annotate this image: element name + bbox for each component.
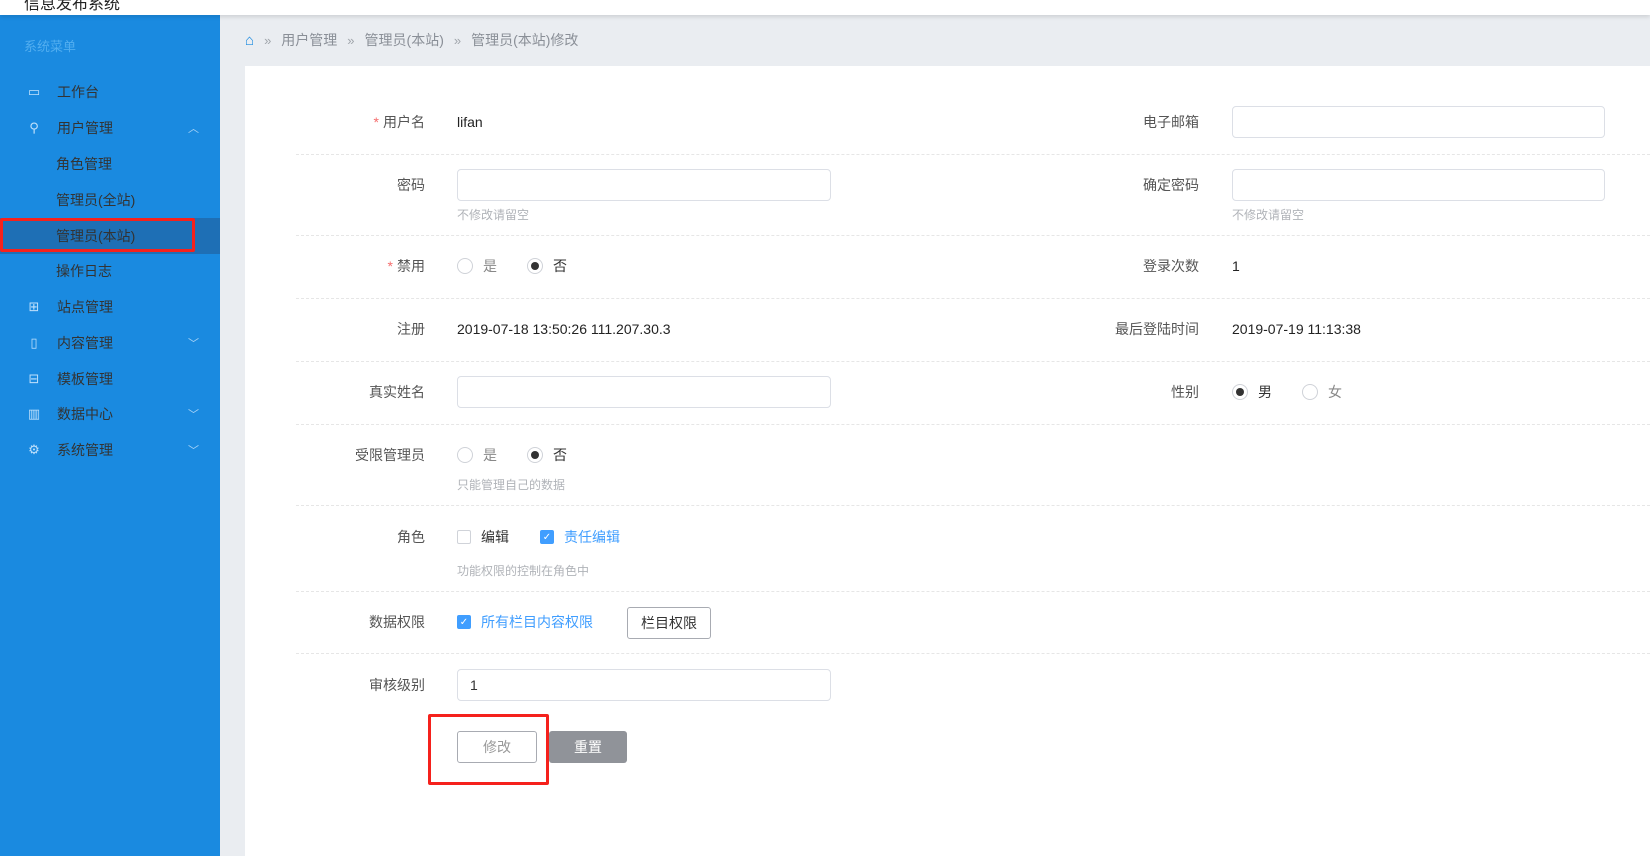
disabled-radio-yes[interactable]: 是 <box>457 256 497 276</box>
radio-circle-selected <box>527 447 543 463</box>
breadcrumb-item[interactable]: 用户管理 <box>281 30 337 50</box>
role-hint: 功能权限的控制在角色中 <box>457 564 590 578</box>
home-icon[interactable]: ⌂ <box>245 32 254 49</box>
template-icon: ⊟ <box>28 371 40 386</box>
confirm-password-input[interactable] <box>1232 169 1605 201</box>
password-hint: 不修改请留空 <box>457 208 530 222</box>
sidebar-item-admin-all[interactable]: 管理员(全站) <box>0 182 220 218</box>
sidebar-item-label: 管理员(全站) <box>56 192 136 208</box>
reset-button[interactable]: 重置 <box>549 731 627 763</box>
all-columns-checkbox[interactable]: ✓ 所有栏目内容权限 <box>457 612 593 632</box>
top-header: 信息发布系统 <box>0 0 1650 15</box>
confirm-password-hint: 不修改请留空 <box>1232 208 1305 222</box>
grid-icon: ⊞ <box>28 299 40 314</box>
check-icon: ✓ <box>457 615 471 629</box>
sidebar-item-label: 模板管理 <box>57 371 113 387</box>
limited-admin-hint: 只能管理自己的数据 <box>457 478 566 492</box>
radio-circle-selected <box>1232 384 1248 400</box>
column-permission-button[interactable]: 栏目权限 <box>627 607 711 639</box>
gear-icon: ⚙ <box>28 442 40 457</box>
double-chevron-icon: » <box>347 32 355 48</box>
chevron-down-icon: ﹀ <box>188 338 199 350</box>
breadcrumb-item[interactable]: 管理员(本站) <box>365 30 444 50</box>
radio-circle <box>457 447 473 463</box>
gender-label: 性别 <box>1171 384 1199 400</box>
divider <box>296 591 1650 592</box>
breadcrumb-current: 管理员(本站)修改 <box>471 32 579 48</box>
divider <box>296 154 1650 155</box>
review-level-input[interactable]: 1 <box>457 669 831 701</box>
highlight-box-sidebar <box>0 218 195 252</box>
password-label: 密码 <box>397 177 425 193</box>
sidebar-item-label: 用户管理 <box>57 120 113 136</box>
gender-radio-male[interactable]: 男 <box>1232 382 1272 402</box>
last-login-label: 最后登陆时间 <box>1115 321 1199 337</box>
sidebar-item-operation-log[interactable]: 操作日志 <box>0 253 220 289</box>
chevron-up-icon: ︿ <box>188 123 199 135</box>
review-level-label: 审核级别 <box>369 677 425 693</box>
register-value: 2019-07-18 13:50:26 111.207.30.3 <box>457 321 671 337</box>
limited-admin-radio-yes[interactable]: 是 <box>457 445 497 465</box>
login-count-label: 登录次数 <box>1143 258 1199 274</box>
sidebar-item-workbench[interactable]: ▭ 工作台 <box>0 74 220 110</box>
disabled-label: * 禁用 <box>387 258 425 274</box>
sidebar-item-user-management[interactable]: ⚲ 用户管理 ︿ <box>0 110 220 146</box>
sidebar-item-label: 角色管理 <box>56 156 112 172</box>
sidebar-item-content-management[interactable]: ▯ 内容管理 ﹀ <box>0 325 220 361</box>
role-checkbox-editor[interactable]: 编辑 <box>457 527 509 547</box>
sidebar-item-data-center[interactable]: ▥ 数据中心 ﹀ <box>0 396 220 432</box>
sidebar-item-label: 系统管理 <box>57 442 113 458</box>
double-chevron-icon: » <box>264 32 272 48</box>
app-title: 信息发布系统 <box>24 0 121 13</box>
sidebar-item-label: 工作台 <box>57 84 99 100</box>
sidebar-item-template-management[interactable]: ⊟ 模板管理 <box>0 361 220 397</box>
menu-title: 系统菜单 <box>24 39 77 54</box>
limited-admin-label: 受限管理员 <box>355 447 425 463</box>
limited-admin-radio-no[interactable]: 否 <box>527 445 567 465</box>
radio-circle <box>457 258 473 274</box>
monitor-icon: ▭ <box>27 84 41 99</box>
sidebar-item-label: 操作日志 <box>56 263 112 279</box>
sidebar-item-label: 内容管理 <box>57 335 113 351</box>
divider <box>296 424 1650 425</box>
sidebar-item-site-management[interactable]: ⊞ 站点管理 <box>0 289 220 325</box>
chevron-down-icon: ﹀ <box>188 409 199 421</box>
checkbox-box <box>457 530 471 544</box>
radio-circle <box>1302 384 1318 400</box>
email-input[interactable] <box>1232 106 1605 138</box>
confirm-password-label: 确定密码 <box>1143 177 1199 193</box>
sidebar-item-system-management[interactable]: ⚙ 系统管理 ﹀ <box>0 432 220 468</box>
register-label: 注册 <box>397 321 425 337</box>
divider <box>296 653 1650 654</box>
radio-circle-selected <box>527 258 543 274</box>
email-label: 电子邮箱 <box>1143 114 1199 130</box>
chevron-down-icon: ﹀ <box>188 445 199 457</box>
user-icon: ⚲ <box>29 120 39 135</box>
highlight-box-submit <box>428 714 549 785</box>
divider <box>296 235 1650 236</box>
login-count-value: 1 <box>1232 258 1240 274</box>
sidebar-item-role-management[interactable]: 角色管理 <box>0 146 220 182</box>
username-label: * 用户名 <box>373 114 425 130</box>
role-checkbox-chief-editor[interactable]: ✓ 责任编辑 <box>540 527 620 547</box>
check-icon: ✓ <box>540 530 554 544</box>
sidebar-item-label: 站点管理 <box>57 299 113 315</box>
username-value: lifan <box>457 114 483 130</box>
divider <box>296 298 1650 299</box>
file-icon: ▯ <box>30 335 38 350</box>
breadcrumb: ⌂ » 用户管理 » 管理员(本站) » 管理员(本站)修改 <box>245 30 578 50</box>
gender-radio-female[interactable]: 女 <box>1302 382 1342 402</box>
sidebar-item-label: 数据中心 <box>57 406 113 422</box>
bar-chart-icon: ▥ <box>27 406 41 421</box>
password-input[interactable] <box>457 169 831 201</box>
last-login-value: 2019-07-19 11:13:38 <box>1232 321 1361 337</box>
real-name-input[interactable] <box>457 376 831 408</box>
role-label: 角色 <box>397 529 425 545</box>
disabled-radio-no[interactable]: 否 <box>527 256 567 276</box>
real-name-label: 真实姓名 <box>369 384 425 400</box>
divider <box>296 505 1650 506</box>
data-permission-label: 数据权限 <box>369 614 425 630</box>
divider <box>296 361 1650 362</box>
double-chevron-icon: » <box>453 32 462 48</box>
